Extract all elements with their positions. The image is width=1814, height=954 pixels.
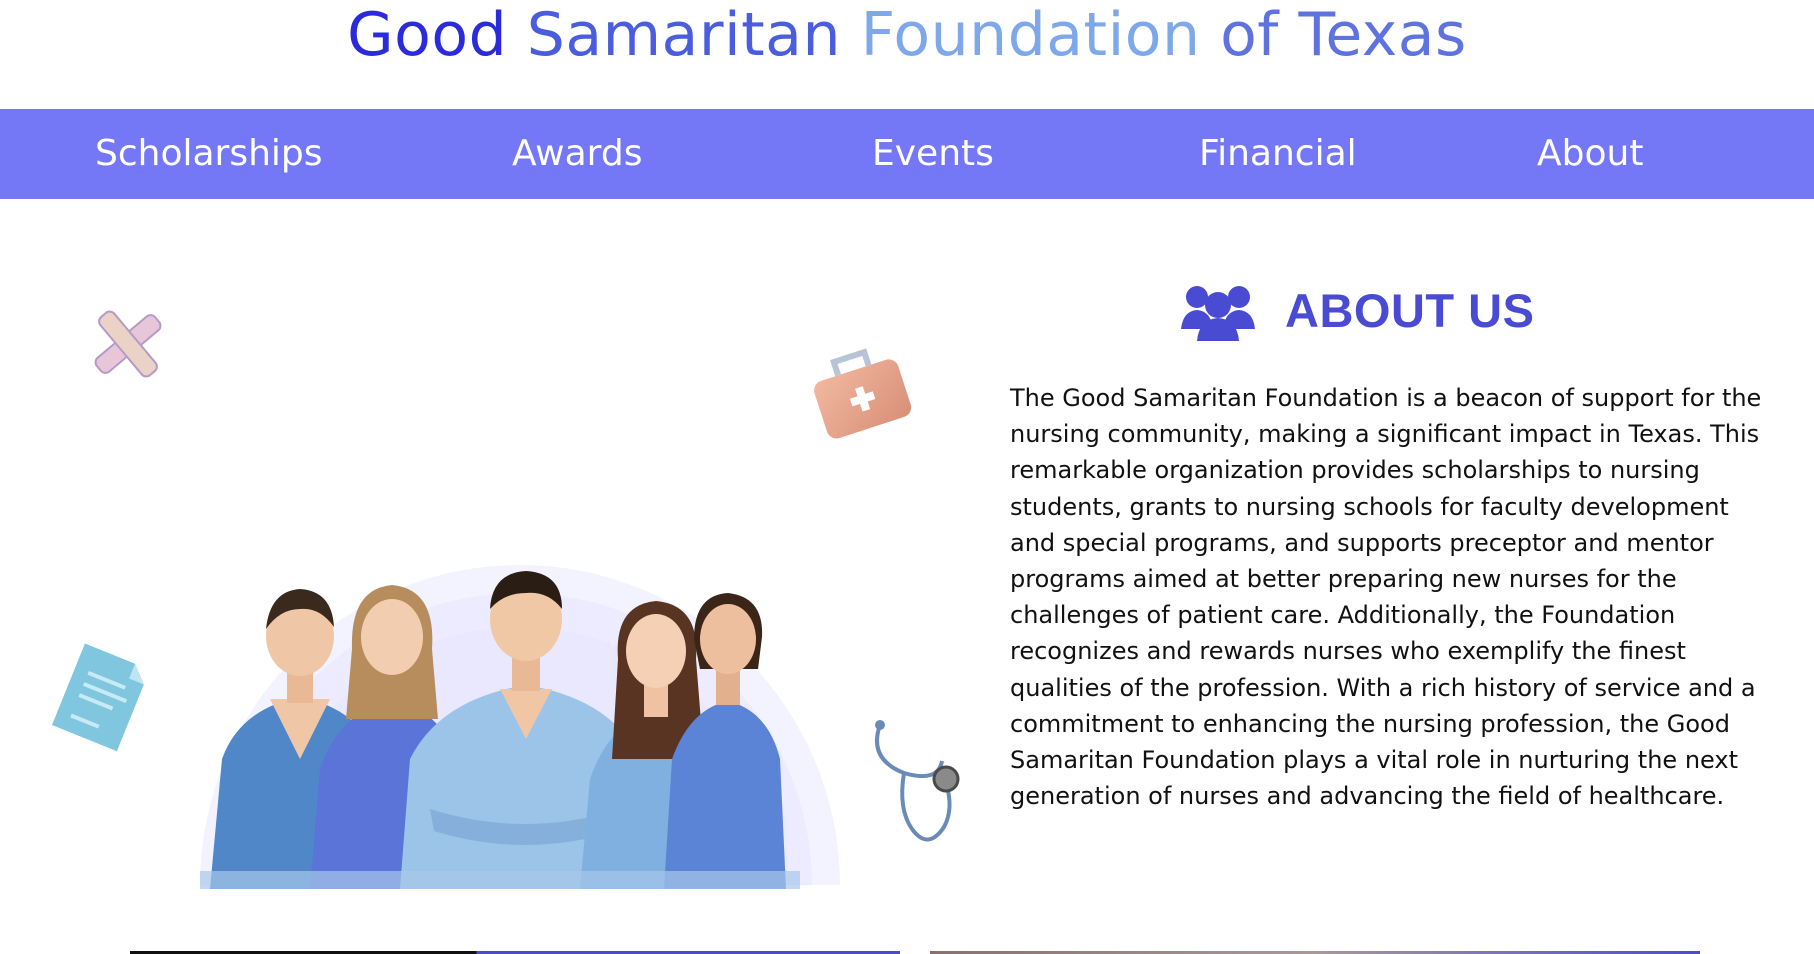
about-title: ABOUT US [1285,283,1535,337]
nurse-figures [200,571,800,889]
nav-item-scholarships[interactable]: Scholarships [95,109,323,199]
about-heading: ABOUT US [1181,275,1534,345]
title-word-4: of Texas [1220,0,1467,70]
nurses-illustration [51,310,960,889]
about-body: The Good Samaritan Foundation is a beaco… [1010,384,1762,811]
site-header: Good Samaritan Foundation of Texas [0,0,1814,109]
group-icon [1181,286,1255,341]
title-word-2: Samaritan [526,0,841,70]
title-word-3: Foundation [860,0,1201,70]
title-word-1: Good [347,0,508,70]
nav-item-about[interactable]: About [1537,109,1643,199]
main-nav: Scholarships Awards Events Financial Abo… [0,109,1814,199]
first-aid-kit-icon [814,348,912,439]
site-title[interactable]: Good Samaritan Foundation of Texas [0,0,1814,70]
nav-item-awards[interactable]: Awards [512,109,642,199]
stethoscope-icon [875,720,960,842]
nav-item-financial[interactable]: Financial [1199,109,1357,199]
document-icon [51,643,144,752]
nav-item-events[interactable]: Events [872,109,994,199]
bandage-icon [94,310,162,378]
